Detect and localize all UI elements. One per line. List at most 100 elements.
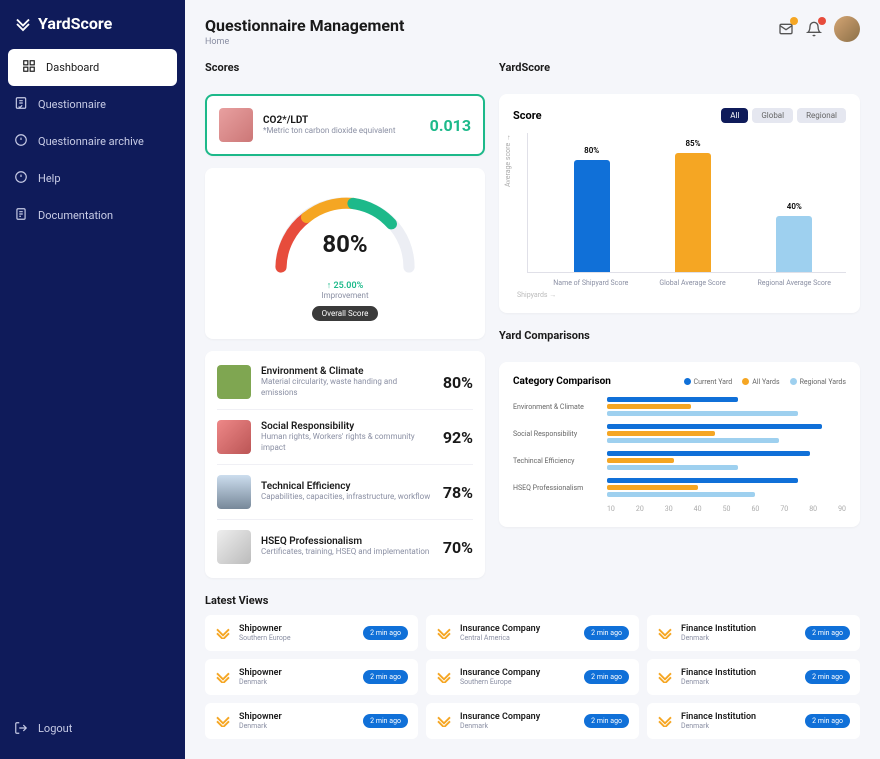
comparison-bar bbox=[607, 404, 691, 409]
sidebar-item-questionnaire[interactable]: Questionnaire bbox=[0, 86, 185, 123]
view-card[interactable]: Shipowner Denmark 2 min ago bbox=[205, 703, 418, 739]
axis-tick: 10 bbox=[607, 505, 615, 513]
view-name: Shipowner bbox=[239, 668, 355, 678]
nav-icon bbox=[14, 96, 28, 113]
logout-label: Logout bbox=[38, 722, 72, 735]
view-card[interactable]: Shipowner Southern Europe 2 min ago bbox=[205, 615, 418, 651]
sidebar-item-documentation[interactable]: Documentation bbox=[0, 197, 185, 234]
score-name: Social Responsibility bbox=[261, 421, 433, 432]
view-time-badge: 2 min ago bbox=[584, 670, 629, 684]
legend-dot bbox=[684, 378, 691, 385]
section-title-comparisons: Yard Comparisons bbox=[499, 329, 860, 342]
legend-item: Current Yard bbox=[684, 378, 733, 386]
notifications-badge bbox=[818, 17, 826, 25]
view-location: Southern Europe bbox=[239, 634, 355, 642]
score-value: 92% bbox=[443, 428, 473, 447]
score-row[interactable]: Environment & Climate Material circulari… bbox=[217, 355, 473, 409]
view-card[interactable]: Shipowner Denmark 2 min ago bbox=[205, 659, 418, 695]
co2-value: 0.013 bbox=[430, 116, 471, 135]
comparison-bar bbox=[607, 465, 738, 470]
view-card[interactable]: Finance Institution Denmark 2 min ago bbox=[647, 615, 860, 651]
score-categories-card: Environment & Climate Material circulari… bbox=[205, 351, 485, 578]
score-subtitle: Human rights, Workers' rights & communit… bbox=[261, 432, 433, 453]
notifications-button[interactable] bbox=[806, 21, 822, 37]
comparison-bar bbox=[607, 424, 822, 429]
view-time-badge: 2 min ago bbox=[584, 714, 629, 728]
co2-card[interactable]: CO2*/LDT *Metric ton carbon dioxide equi… bbox=[205, 94, 485, 156]
nav-icon bbox=[14, 133, 28, 150]
comparison-row: Environment & Climate bbox=[513, 397, 846, 416]
view-time-badge: 2 min ago bbox=[805, 714, 850, 728]
gauge-improvement: ↑ 25.00% bbox=[217, 280, 473, 291]
view-location: Central America bbox=[460, 634, 576, 642]
view-card[interactable]: Insurance Company Southern Europe 2 min … bbox=[426, 659, 639, 695]
comparison-category-label: Social Responsibility bbox=[513, 430, 599, 438]
nav-label: Dashboard bbox=[46, 61, 99, 74]
gauge-improvement-label: Improvement bbox=[217, 291, 473, 300]
view-name: Finance Institution bbox=[681, 668, 797, 678]
comparison-card: Category Comparison Current YardAll Yard… bbox=[499, 362, 860, 527]
co2-subtitle: *Metric ton carbon dioxide equivalent bbox=[263, 126, 420, 135]
comparison-bar bbox=[607, 397, 738, 402]
comparison-title: Category Comparison bbox=[513, 376, 611, 387]
view-location: Denmark bbox=[681, 722, 797, 730]
view-card[interactable]: Finance Institution Denmark 2 min ago bbox=[647, 703, 860, 739]
view-card[interactable]: Finance Institution Denmark 2 min ago bbox=[647, 659, 860, 695]
legend-item: Regional Yards bbox=[790, 378, 846, 386]
chart-ylabel: Average score → bbox=[504, 134, 512, 187]
sidebar-item-questionnaire-archive[interactable]: Questionnaire archive bbox=[0, 123, 185, 160]
nav-label: Help bbox=[38, 172, 61, 185]
yardscore-barchart: Average score → 80%85%40% bbox=[527, 133, 846, 273]
view-location: Southern Europe bbox=[460, 678, 576, 686]
axis-tick: 40 bbox=[694, 505, 702, 513]
view-location: Denmark bbox=[681, 678, 797, 686]
score-thumbnail bbox=[217, 475, 251, 509]
score-row[interactable]: Technical Efficiency Capabilities, capac… bbox=[217, 464, 473, 519]
nav-label: Questionnaire bbox=[38, 98, 106, 111]
mail-badge bbox=[790, 17, 798, 25]
avatar[interactable] bbox=[834, 16, 860, 42]
view-card[interactable]: Insurance Company Denmark 2 min ago bbox=[426, 703, 639, 739]
view-location: Denmark bbox=[239, 722, 355, 730]
view-time-badge: 2 min ago bbox=[584, 626, 629, 640]
breadcrumb[interactable]: Home bbox=[205, 37, 404, 47]
view-time-badge: 2 min ago bbox=[805, 626, 850, 640]
score-subtitle: Capabilities, capacities, infrastructure… bbox=[261, 492, 433, 502]
view-company-icon bbox=[436, 626, 452, 640]
section-title-scores: Scores bbox=[205, 61, 485, 74]
view-time-badge: 2 min ago bbox=[805, 670, 850, 684]
chart-bar: 85% bbox=[675, 153, 711, 272]
sidebar-item-dashboard[interactable]: Dashboard bbox=[8, 49, 177, 86]
view-card[interactable]: Insurance Company Central America 2 min … bbox=[426, 615, 639, 651]
chart-bar: 80% bbox=[574, 160, 610, 272]
comparison-category-label: HSEQ Professionalism bbox=[513, 484, 599, 492]
score-row[interactable]: Social Responsibility Human rights, Work… bbox=[217, 409, 473, 464]
gauge-card: 80% ↑ 25.00% Improvement Overall Score bbox=[205, 168, 485, 339]
filter-all[interactable]: All bbox=[721, 108, 748, 123]
filter-regional[interactable]: Regional bbox=[797, 108, 846, 123]
comparison-category-label: Environment & Climate bbox=[513, 403, 599, 411]
nav-icon bbox=[14, 170, 28, 187]
logout-icon bbox=[14, 721, 28, 735]
axis-tick: 20 bbox=[636, 505, 644, 513]
score-value: 78% bbox=[443, 483, 473, 502]
chart-bar: 40% bbox=[776, 216, 812, 272]
view-time-badge: 2 min ago bbox=[363, 670, 408, 684]
comparison-legend: Current YardAll YardsRegional Yards bbox=[684, 378, 846, 386]
logout-button[interactable]: Logout bbox=[0, 711, 185, 745]
comparison-bar bbox=[607, 451, 810, 456]
legend-dot bbox=[790, 378, 797, 385]
axis-tick: 50 bbox=[723, 505, 731, 513]
sidebar: YardScore DashboardQuestionnaireQuestion… bbox=[0, 0, 185, 759]
view-location: Denmark bbox=[460, 722, 576, 730]
comparison-category-label: Techincal Efficiency bbox=[513, 457, 599, 465]
filter-global[interactable]: Global bbox=[752, 108, 793, 123]
view-name: Shipowner bbox=[239, 624, 355, 634]
comparison-row: HSEQ Professionalism bbox=[513, 478, 846, 497]
sidebar-item-help[interactable]: Help bbox=[0, 160, 185, 197]
view-time-badge: 2 min ago bbox=[363, 626, 408, 640]
mail-button[interactable] bbox=[778, 21, 794, 37]
comparison-bar bbox=[607, 411, 798, 416]
score-row[interactable]: HSEQ Professionalism Certificates, train… bbox=[217, 519, 473, 574]
view-name: Shipowner bbox=[239, 712, 355, 722]
